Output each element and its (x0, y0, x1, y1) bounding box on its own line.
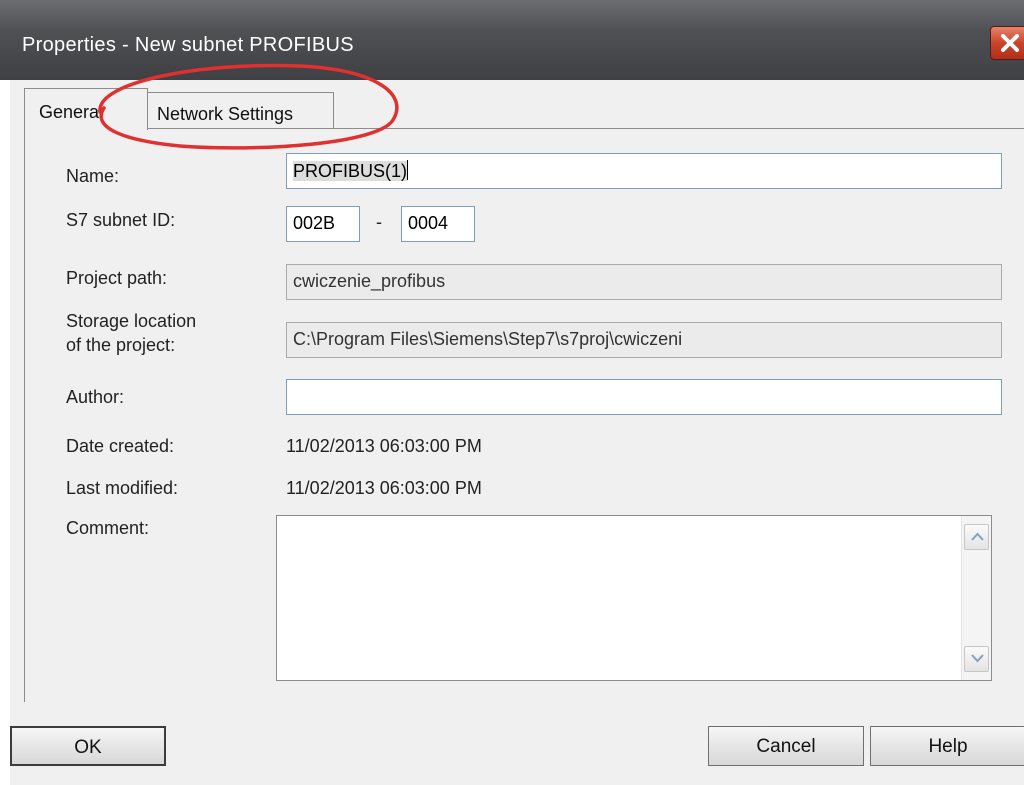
comment-textarea[interactable] (276, 515, 992, 681)
storage-location-value: C:\Program Files\Siemens\Step7\s7proj\cw… (293, 329, 683, 349)
tab-network-settings[interactable]: Network Settings (146, 92, 334, 128)
comment-scrollbar[interactable] (961, 516, 991, 680)
date-created-label: Date created: (66, 436, 175, 456)
author-label: Author: (66, 387, 125, 407)
last-modified-label: Last modified: (66, 478, 179, 498)
subnet-id-part2-value: 0004 (408, 213, 449, 233)
window-title: Properties - New subnet PROFIBUS (22, 34, 354, 56)
subnet-id-separator: - (376, 212, 382, 232)
subnet-id-part2-field[interactable]: 0004 (401, 206, 475, 242)
date-created-value: 11/02/2013 06:03:00 PM (286, 436, 482, 456)
ok-button[interactable]: OK (10, 726, 166, 766)
scroll-down-button[interactable] (964, 646, 989, 672)
last-modified-value: 11/02/2013 06:03:00 PM (286, 478, 482, 498)
name-field[interactable]: PROFIBUS(1) (286, 153, 1002, 189)
storage-location-field: C:\Program Files\Siemens\Step7\s7proj\cw… (286, 322, 1002, 358)
tab-general[interactable]: General (24, 88, 148, 130)
author-field[interactable] (286, 379, 1002, 415)
project-path-field: cwiczenie_profibus (286, 264, 1002, 300)
storage-location-label-line1: Storage location (66, 311, 197, 331)
text-cursor (407, 160, 409, 180)
storage-location-label-line2: of the project: (66, 335, 176, 355)
project-path-value: cwiczenie_profibus (293, 271, 446, 291)
subnet-id-part1-field[interactable]: 002B (286, 206, 360, 242)
help-button[interactable]: Help (870, 726, 1024, 766)
cancel-button[interactable]: Cancel (708, 726, 864, 766)
tab-network-settings-label: Network Settings (157, 104, 294, 124)
name-value: PROFIBUS(1) (293, 161, 408, 181)
scroll-up-button[interactable] (964, 524, 989, 550)
comment-label: Comment: (66, 518, 150, 538)
title-bar[interactable]: Properties - New subnet PROFIBUS (0, 0, 1024, 80)
subnet-id-part1-value: 002B (293, 213, 336, 233)
close-button[interactable] (990, 26, 1024, 60)
tab-general-label: General (39, 102, 104, 122)
s7-subnet-id-label: S7 subnet ID: (66, 210, 176, 230)
dialog-body: Network Settings General Name: PROFIBUS(… (10, 80, 1024, 785)
name-label: Name: (66, 166, 120, 186)
project-path-label: Project path: (66, 268, 168, 288)
